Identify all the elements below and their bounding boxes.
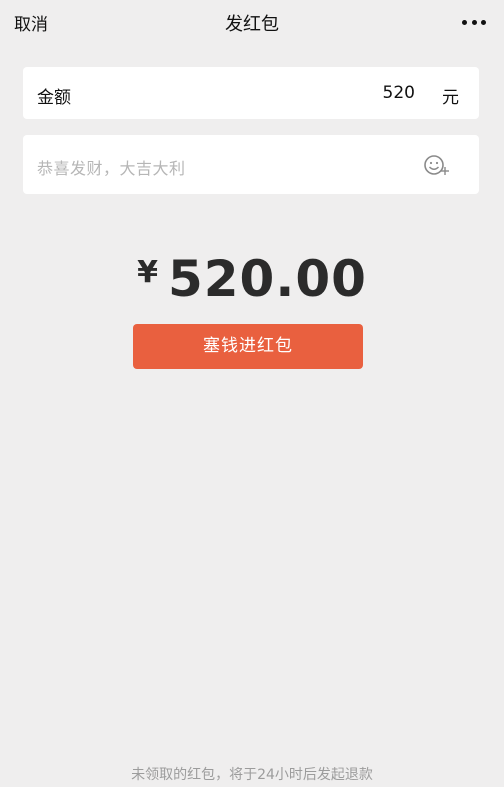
- total-amount-value: 520.00: [167, 250, 367, 308]
- greeting-field[interactable]: 恭喜发财，大吉大利: [23, 135, 479, 194]
- amount-label: 金额: [37, 88, 71, 108]
- more-dots-icon[interactable]: [462, 20, 486, 26]
- send-red-packet-button[interactable]: 塞钱进红包: [133, 324, 363, 369]
- top-bar: 取消 发红包: [0, 0, 504, 44]
- greeting-input[interactable]: 恭喜发财，大吉大利: [37, 155, 186, 179]
- amount-field[interactable]: 金额 520 元: [23, 67, 479, 119]
- refund-note: 未领取的红包，将于24小时后发起退款: [131, 767, 373, 783]
- currency-symbol: ¥: [137, 255, 158, 290]
- total-amount: ¥520.00: [0, 250, 504, 308]
- amount-input[interactable]: 520: [383, 83, 415, 103]
- amount-unit: 元: [442, 88, 459, 108]
- page-title: 发红包: [225, 14, 279, 35]
- emoji-add-icon[interactable]: [423, 153, 451, 177]
